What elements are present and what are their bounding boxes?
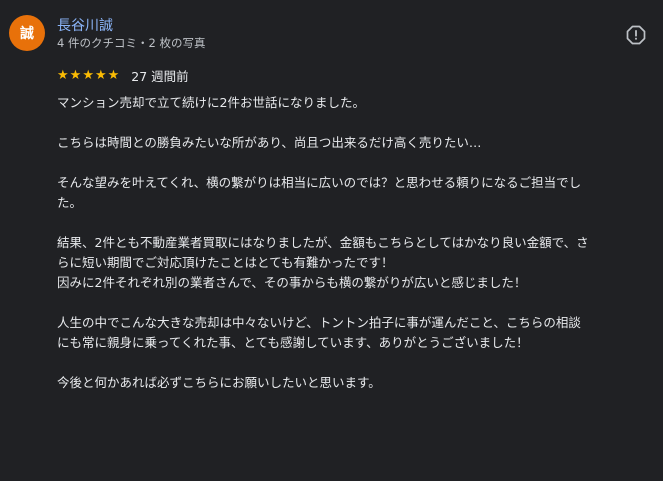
review-paragraph: 人生の中でこんな大きな売却は中々ないけど、トントン拍子に事が運んだこと、こちらの… — [57, 313, 660, 353]
avatar-initial: 誠 — [20, 26, 34, 42]
rating-row: ★ ★ ★ ★ ★ 27 週間前 — [57, 66, 189, 84]
report-review-button[interactable] — [625, 24, 647, 46]
reviewer-meta[interactable]: 4 件のクチコミ・2 枚の写真 — [57, 35, 205, 51]
star-icon: ★ — [82, 67, 94, 83]
review-card: 誠 長谷川誠 4 件のクチコミ・2 枚の写真 ★ ★ ★ ★ ★ 27 週間前 マンショ… — [0, 0, 663, 481]
review-paragraph: こちらは時間との勝負みたいな所があり、尚且つ出来るだけ高く売りたい… — [57, 133, 660, 153]
review-line: そんな望みを叶えてくれ、横の繋がりは相当に広いのでは？と思わせる頼りになるご担当… — [57, 175, 582, 190]
review-paragraph: マンション売却で立て続けに2件お世話になりました。 — [57, 93, 660, 113]
review-line: らに短い期間でご対応頂けたことはとても有難かったです！ — [57, 255, 394, 270]
review-line: 結果、2件とも不動産業者買取にはなりましたが、金額もこちらとしてはかなり良い金額… — [57, 235, 589, 250]
review-line: 人生の中でこんな大きな売却は中々ないけど、トントン拍子に事が運んだこと、こちらの… — [57, 315, 581, 330]
review-line: マンション売却で立て続けに2件お世話になりました。 — [57, 95, 365, 110]
review-paragraph: 今後と何かあれば必ずこちらにお願いしたいと思います。 — [57, 373, 660, 393]
star-icon: ★ — [94, 67, 107, 83]
review-line: にも常に親身に乗ってくれた事、とても感謝しています、ありがとうございました！ — [57, 335, 529, 350]
review-line: た。 — [57, 195, 83, 210]
review-line: こちらは時間との勝負みたいな所があり、尚且つ出来るだけ高く売りたい… — [57, 135, 482, 150]
reviewer-avatar[interactable]: 誠 — [9, 15, 45, 51]
review-line: 今後と何かあれば必ずこちらにお願いしたいと思います。 — [57, 375, 381, 390]
star-rating: ★ ★ ★ ★ ★ — [57, 69, 119, 82]
reviewer-name-link[interactable]: 長谷川誠 — [57, 15, 113, 35]
review-paragraph: 結果、2件とも不動産業者買取にはなりましたが、金額もこちらとしてはかなり良い金額… — [57, 233, 660, 293]
star-icon: ★ — [69, 67, 82, 83]
review-paragraph: そんな望みを叶えてくれ、横の繋がりは相当に広いのでは？と思わせる頼りになるご担当… — [57, 173, 660, 213]
star-icon: ★ — [57, 67, 69, 83]
review-text: マンション売却で立て続けに2件お世話になりました。こちらは時間との勝負みたいな所… — [57, 93, 660, 413]
review-line: 因みに2件それぞれ別の業者さんで、その事からも横の繋がりが広いと感じました！ — [57, 275, 527, 290]
report-flag-icon — [626, 25, 646, 45]
star-icon: ★ — [107, 67, 120, 83]
review-time: 27 週間前 — [131, 68, 189, 84]
